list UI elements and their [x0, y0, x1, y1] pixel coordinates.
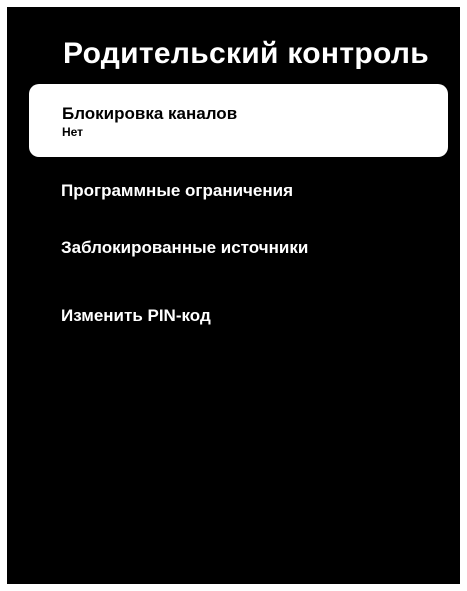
menu-item-program-restrictions[interactable]: Программные ограничения [61, 181, 293, 201]
menu-item-channel-lock[interactable]: Блокировка каналов Нет [29, 84, 448, 157]
menu-item-change-pin[interactable]: Изменить PIN-код [61, 306, 211, 326]
tv-screen: Родительский контроль Блокировка каналов… [7, 7, 460, 584]
page-title: Родительский контроль [63, 37, 429, 70]
menu-item-label: Блокировка каналов [62, 104, 238, 123]
menu-item-value: Нет [62, 125, 84, 139]
menu-item-blocked-sources[interactable]: Заблокированные источники [61, 238, 308, 258]
